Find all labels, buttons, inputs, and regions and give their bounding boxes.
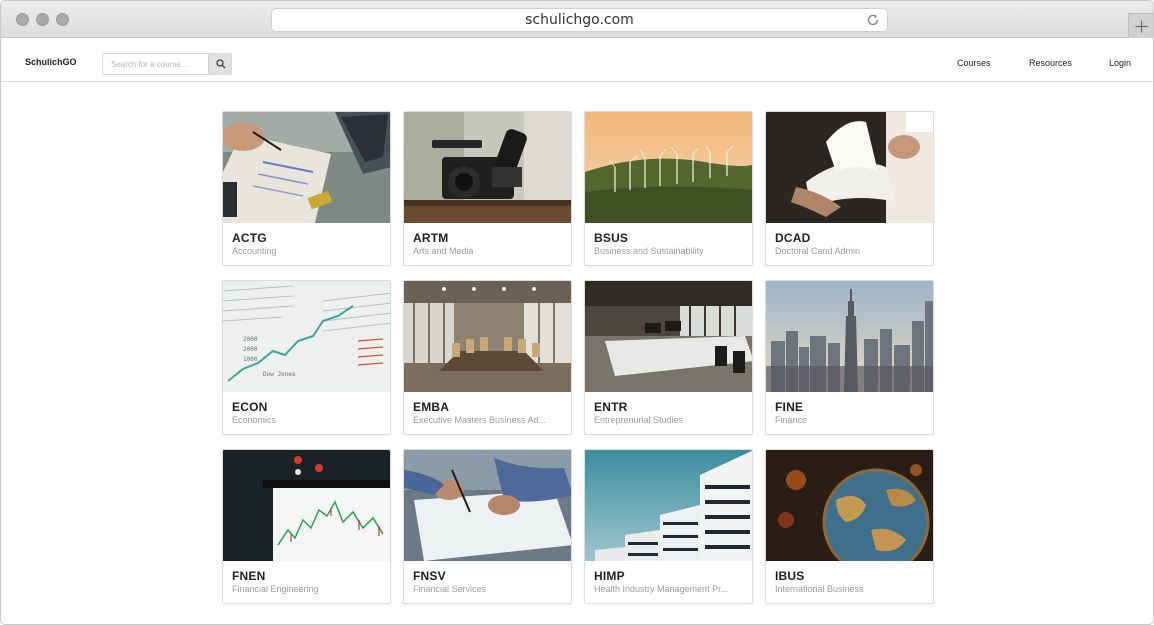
browser-titlebar: schulichgo.com <box>1 1 1153 38</box>
course-code: IBUS <box>775 569 805 583</box>
course-code: DCAD <box>775 231 811 245</box>
address-bar[interactable]: schulichgo.com <box>271 8 888 32</box>
site-header: SchulichGO Courses Resources Login <box>1 38 1153 82</box>
course-code: ENTR <box>594 400 628 414</box>
course-card-fine[interactable]: FINE Finance <box>765 280 934 435</box>
search-input[interactable] <box>103 54 209 74</box>
trading-chart-photo <box>223 450 390 561</box>
course-code: FNEN <box>232 569 266 583</box>
course-code: FNSV <box>413 569 446 583</box>
site-logo[interactable]: SchulichGO <box>25 57 77 67</box>
browser-window: schulichgo.com SchulichGO Search for a c… <box>0 0 1154 625</box>
city-skyline-photo <box>766 281 933 392</box>
course-card-artm[interactable]: ARTM Arts and Media <box>403 111 572 266</box>
course-search <box>102 53 232 75</box>
reading-book-photo <box>766 112 933 223</box>
new-tab-button[interactable] <box>1128 13 1153 38</box>
wind-turbines-photo <box>585 112 752 223</box>
nav-courses-link[interactable]: Courses <box>957 58 991 68</box>
plus-icon <box>1135 20 1148 33</box>
reload-icon[interactable] <box>865 12 881 28</box>
open-office-photo <box>585 281 752 392</box>
course-name: Finance <box>775 415 808 425</box>
globe-photo <box>766 450 933 561</box>
course-card-bsus[interactable]: BSUS Business and Sustainability <box>584 111 753 266</box>
course-code: FINE <box>775 400 804 414</box>
course-card-ibus[interactable]: IBUS International Business <box>765 449 934 604</box>
nav-login-link[interactable]: Login <box>1109 58 1131 68</box>
course-name: Health Industry Management Pr... <box>594 584 729 594</box>
course-card-fnsv[interactable]: FNSV Financial Services <box>403 449 572 604</box>
signing-document-photo <box>404 450 571 561</box>
accounting-paperwork-photo <box>223 112 390 223</box>
course-code: ARTM <box>413 231 449 245</box>
course-card-econ[interactable]: 2000 2000 1000 Dow Jones ECON Economics <box>222 280 391 435</box>
zoom-window-button[interactable] <box>56 13 69 26</box>
course-code: ACTG <box>232 231 267 245</box>
svg-text:2000: 2000 <box>243 336 258 343</box>
course-name: Financial Services <box>413 584 487 594</box>
svg-text:2000: 2000 <box>243 346 258 353</box>
video-camera-photo <box>404 112 571 223</box>
svg-text:Dow Jones: Dow Jones <box>263 371 296 378</box>
course-name: Economics <box>232 415 277 425</box>
svg-text:1000: 1000 <box>243 356 258 363</box>
course-name: Financial Engineering <box>232 584 319 594</box>
course-name: Arts and Media <box>413 246 474 256</box>
search-icon <box>216 59 226 69</box>
course-code: BSUS <box>594 231 629 245</box>
search-button[interactable] <box>208 54 231 74</box>
course-code: HIMP <box>594 569 625 583</box>
course-name: Accounting <box>232 246 277 256</box>
course-name: Doctoral Cand Admin <box>775 246 861 256</box>
close-window-button[interactable] <box>16 13 29 26</box>
course-name: Entreprenurial Studies <box>594 415 684 425</box>
stock-newspaper-photo: 2000 2000 1000 Dow Jones <box>223 281 390 392</box>
course-card-actg[interactable]: ACTG Accounting <box>222 111 391 266</box>
course-card-emba[interactable]: EMBA Executive Masters Business Ad... <box>403 280 572 435</box>
course-code: ECON <box>232 400 268 414</box>
course-name: Executive Masters Business Ad... <box>413 415 547 425</box>
nav-resources-link[interactable]: Resources <box>1029 58 1072 68</box>
course-card-fnen[interactable]: FNEN Financial Engineering <box>222 449 391 604</box>
boardroom-photo <box>404 281 571 392</box>
course-card-entr[interactable]: ENTR Entreprenurial Studies <box>584 280 753 435</box>
white-building-photo <box>585 450 752 561</box>
address-bar-url: schulichgo.com <box>525 12 634 28</box>
minimize-window-button[interactable] <box>36 13 49 26</box>
course-card-dcad[interactable]: DCAD Doctoral Cand Admin <box>765 111 934 266</box>
course-card-himp[interactable]: HIMP Health Industry Management Pr... <box>584 449 753 604</box>
course-code: EMBA <box>413 400 450 414</box>
course-name: Business and Sustainability <box>594 246 704 256</box>
course-name: International Business <box>775 584 864 594</box>
